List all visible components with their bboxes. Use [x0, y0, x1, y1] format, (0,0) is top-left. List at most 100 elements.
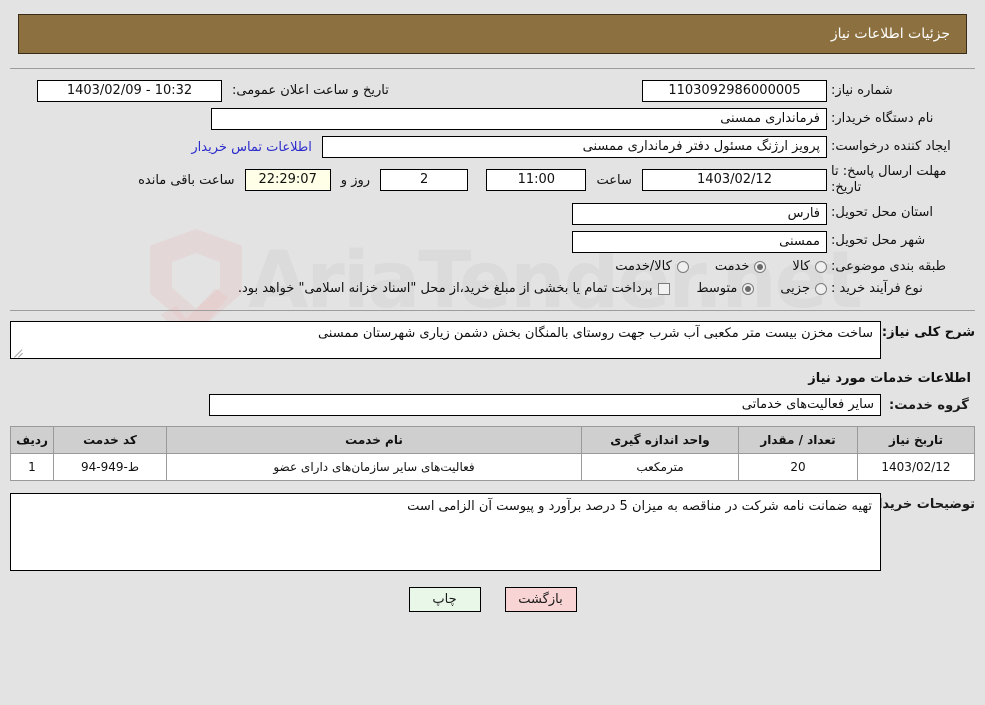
cell-row-number: 1: [10, 453, 54, 481]
process-option-label: متوسط: [696, 281, 738, 297]
radio-icon[interactable]: [815, 260, 827, 273]
province-cell: فارس: [20, 200, 829, 228]
category-option-kala-khedmat[interactable]: کالا/خدمت: [615, 259, 689, 274]
process-radio-group: جزیی متوسط پرداخت تمام یا بخشی از مبلغ خ…: [22, 281, 827, 296]
public-announce-label: تاریخ و ساعت اعلان عمومی:: [232, 82, 389, 98]
cell-service-name: فعالیت‌های سایر سازمان‌های دارای عضو: [166, 453, 582, 481]
need-number-cell: 1103092986000005: [508, 77, 829, 105]
buyer-notes-value: تهیه ضمانت نامه شرکت در مناقصه به میزان …: [407, 499, 872, 514]
buyer-org-cell: فرمانداری ممسنی: [20, 105, 829, 133]
deadline-label: مهلت ارسال پاسخ: تا تاریخ:: [831, 164, 947, 196]
deadline-cell: 1403/02/12 ساعت 11:00 2 روز و 22:29:07 س…: [20, 161, 829, 200]
deadline-time-value[interactable]: 11:00: [486, 169, 587, 192]
public-announce-value[interactable]: 1403/02/09 - 10:32: [37, 80, 222, 102]
row-province: استان محل تحویل: فارس: [20, 200, 965, 228]
service-group-label: گروه خدمت:: [889, 397, 969, 413]
page-title: جزئیات اطلاعات نیاز: [830, 26, 950, 42]
col-quantity: تعداد / مقدار: [738, 426, 858, 454]
description-value: ساخت مخزن بیست متر مکعبی آب شرب جهت روست…: [317, 326, 873, 341]
services-table: تاربخ نیاز تعداد / مقدار واحد اندازه گیر…: [10, 426, 975, 481]
radio-icon[interactable]: [754, 260, 767, 273]
remaining-days-value: 2: [380, 169, 469, 192]
process-option-jozei[interactable]: جزیی: [780, 281, 827, 296]
treasury-checkbox-item[interactable]: پرداخت تمام یا بخشی از مبلغ خرید،از محل …: [238, 281, 671, 296]
services-table-body: 1403/02/12 20 مترمکعب فعالیت‌های سایر سا…: [10, 453, 975, 481]
category-option-khedmat[interactable]: خدمت: [715, 259, 767, 274]
action-button-bar: بازگشت چاپ: [0, 587, 985, 612]
buyer-notes-row: توضیحات خریدار: تهیه ضمانت نامه شرکت در …: [10, 493, 975, 571]
category-option-label: کالا: [792, 259, 810, 275]
col-row-number: ردیف: [10, 426, 54, 454]
col-service-code: کد خدمت: [53, 426, 167, 454]
services-table-head: تاربخ نیاز تعداد / مقدار واحد اندازه گیر…: [10, 426, 975, 454]
hour-label: ساعت: [596, 172, 632, 188]
description-label: شرح کلی نیاز:: [881, 325, 975, 340]
need-number-label: شماره نیاز:: [831, 82, 893, 98]
process-option-motavaset[interactable]: متوسط: [696, 281, 755, 297]
city-value[interactable]: ممسنی: [572, 230, 827, 253]
category-label: طبقه بندی موضوعی:: [831, 258, 947, 274]
process-cell: جزیی متوسط پرداخت تمام یا بخشی از مبلغ خ…: [20, 278, 829, 300]
need-info-panel: شماره نیاز: 1103092986000005 تاریخ و ساع…: [10, 68, 975, 311]
col-need-date: تاربخ نیاز: [857, 426, 975, 454]
row-buyer-org: نام دستگاه خریدار: فرمانداری ممسنی: [20, 105, 965, 133]
treasury-checkbox-label: پرداخت تمام یا بخشی از مبلغ خرید،از محل …: [237, 281, 653, 297]
category-option-kala[interactable]: کالا: [792, 259, 827, 274]
description-section: شرح کلی نیاز: ساخت مخزن بیست متر مکعبی آ…: [10, 321, 975, 416]
col-service-name: نام خدمت: [166, 426, 582, 454]
category-option-label: کالا/خدمت: [615, 259, 672, 275]
countdown-timer: 22:29:07: [244, 169, 331, 192]
row-deadline: مهلت ارسال پاسخ: تا تاریخ: 1403/02/12 سا…: [20, 161, 965, 200]
buyer-notes-label: توضیحات خریدار:: [865, 497, 975, 512]
requester-cell: پرویز ارژنگ مسئول دفتر فرمانداری ممسنی ا…: [20, 133, 829, 161]
cell-quantity: 20: [738, 453, 858, 481]
radio-icon[interactable]: [742, 282, 755, 295]
public-announce-cell: 1403/02/09 - 10:32: [20, 77, 224, 105]
buyer-notes-textarea[interactable]: تهیه ضمانت نامه شرکت در مناقصه به میزان …: [10, 493, 881, 571]
buyer-org-value[interactable]: فرمانداری ممسنی: [211, 108, 827, 130]
checkbox-icon[interactable]: [658, 282, 671, 295]
row-category: طبقه بندی موضوعی: کالا خدمت کالا/خدمت: [20, 256, 965, 278]
category-radio-group: کالا خدمت کالا/خدمت: [22, 259, 827, 274]
requester-label: ایجاد کننده درخواست:: [831, 138, 951, 154]
process-label: نوع فرآیند خرید :: [831, 280, 923, 296]
back-button[interactable]: بازگشت: [504, 587, 577, 612]
cell-service-code: ط-949-94: [53, 453, 167, 481]
services-table-wrap: تاربخ نیاز تعداد / مقدار واحد اندازه گیر…: [10, 426, 975, 481]
table-header-row: تاربخ نیاز تعداد / مقدار واحد اندازه گیر…: [10, 426, 975, 454]
process-option-label: جزیی: [780, 281, 810, 297]
city-cell: ممسنی: [20, 228, 829, 256]
page-title-bar: جزئیات اطلاعات نیاز: [18, 14, 967, 54]
category-cell: کالا خدمت کالا/خدمت: [20, 256, 829, 278]
row-city: شهر محل تحویل: ممسنی: [20, 228, 965, 256]
days-label: روز و: [340, 172, 371, 188]
col-unit: واحد اندازه گیری: [581, 426, 739, 454]
service-group-value[interactable]: سایر فعالیت‌های خدماتی: [209, 394, 881, 416]
row-process-type: نوع فرآیند خرید : جزیی متوسط پرداخت تمام…: [20, 278, 965, 300]
services-heading: اطلاعات خدمات مورد نیاز: [808, 371, 971, 386]
category-option-label: خدمت: [714, 259, 750, 275]
table-row[interactable]: 1403/02/12 20 مترمکعب فعالیت‌های سایر سا…: [10, 453, 975, 481]
remaining-hours-label: ساعت باقی مانده: [138, 172, 235, 188]
province-value[interactable]: فارس: [572, 202, 827, 225]
deadline-date-value[interactable]: 1403/02/12: [642, 169, 827, 192]
buyer-contact-link[interactable]: اطلاعات تماس خریدار: [185, 140, 317, 155]
resize-grip-icon[interactable]: [14, 348, 23, 357]
cell-unit: مترمکعب: [581, 453, 739, 481]
need-number-value[interactable]: 1103092986000005: [642, 80, 827, 102]
city-label: شهر محل تحویل:: [831, 233, 926, 249]
row-need-number: شماره نیاز: 1103092986000005 تاریخ و ساع…: [20, 77, 965, 105]
buyer-org-label: نام دستگاه خریدار:: [831, 110, 934, 126]
row-requester: ایجاد کننده درخواست: پرویز ارژنگ مسئول د…: [20, 133, 965, 161]
radio-icon[interactable]: [815, 282, 827, 295]
province-label: استان محل تحویل:: [831, 205, 933, 221]
description-row: شرح کلی نیاز: ساخت مخزن بیست متر مکعبی آ…: [10, 321, 975, 359]
requester-value[interactable]: پرویز ارژنگ مسئول دفتر فرمانداری ممسنی: [322, 136, 827, 158]
need-info-form: شماره نیاز: 1103092986000005 تاریخ و ساع…: [20, 77, 965, 300]
radio-icon[interactable]: [676, 260, 689, 273]
cell-need-date: 1403/02/12: [857, 453, 975, 481]
print-button[interactable]: چاپ: [408, 587, 481, 612]
service-group-row: گروه خدمت: سایر فعالیت‌های خدماتی: [10, 394, 975, 416]
description-textarea[interactable]: ساخت مخزن بیست متر مکعبی آب شرب جهت روست…: [10, 321, 881, 359]
page-root: جزئیات اطلاعات نیاز شماره نیاز: 11030929…: [0, 14, 985, 612]
